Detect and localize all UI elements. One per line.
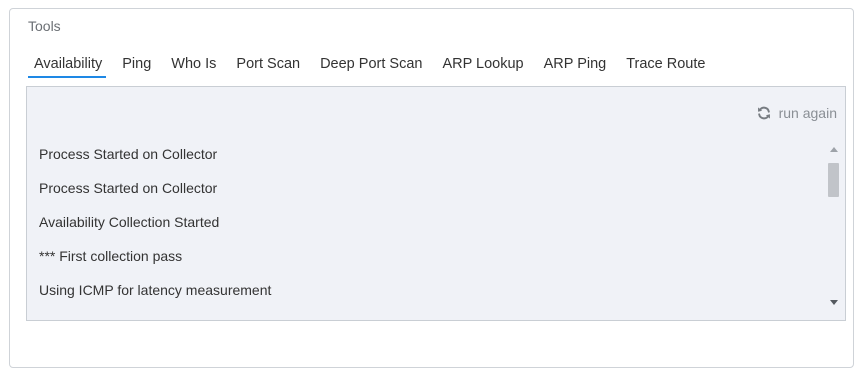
scroll-up-arrow-icon[interactable] [830,147,838,152]
tab-deep-port-scan[interactable]: Deep Port Scan [312,56,430,78]
log-line: *** First collection pass [39,248,183,264]
log-line: Availability Collection Started [39,214,220,230]
output-console: run again Process Started on Collector P… [26,86,846,321]
refresh-icon [757,106,770,120]
log-line: Using ICMP for latency measurement [39,282,272,298]
tab-who-is[interactable]: Who Is [163,56,224,78]
scroll-down-arrow-icon[interactable] [830,300,838,305]
panel-title: Tools [28,18,61,34]
tools-panel: Tools Availability Ping Who Is Port Scan… [9,8,854,368]
run-again-button[interactable]: run again [757,105,837,121]
tab-port-scan[interactable]: Port Scan [228,56,308,78]
output-log: Process Started on Collector Process Sta… [39,146,815,316]
output-scrollbar[interactable] [827,145,841,307]
log-line: Process Started on Collector [39,146,218,162]
tab-ping[interactable]: Ping [114,56,159,78]
tab-arp-lookup[interactable]: ARP Lookup [434,56,531,78]
tab-availability[interactable]: Availability [28,56,110,78]
run-again-label: run again [778,105,837,121]
log-line: Process Started on Collector [39,180,218,196]
scrollbar-thumb[interactable] [828,163,839,197]
tools-tab-bar: Availability Ping Who Is Port Scan Deep … [28,56,717,80]
tab-trace-route[interactable]: Trace Route [618,56,713,78]
tab-arp-ping[interactable]: ARP Ping [536,56,615,78]
